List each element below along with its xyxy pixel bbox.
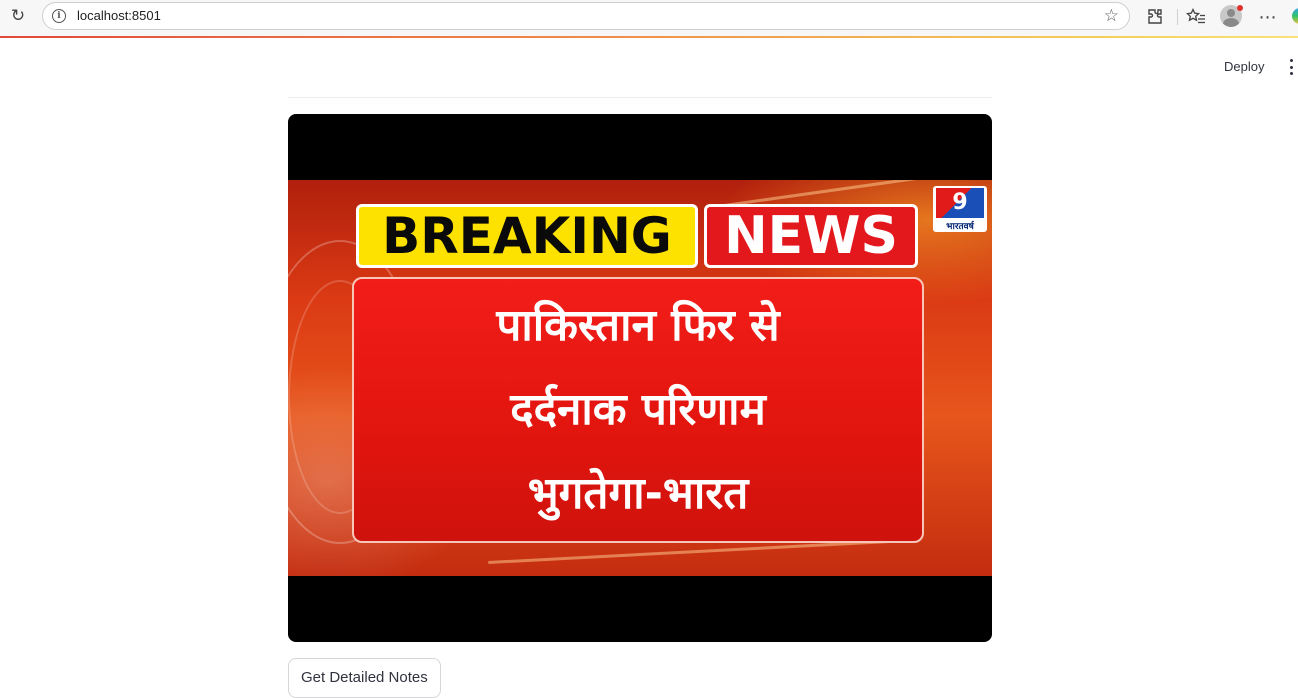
get-detailed-notes-button[interactable]: Get Detailed Notes: [288, 658, 441, 698]
info-icon[interactable]: i: [52, 9, 66, 23]
channel-logo-mark: 9: [936, 188, 984, 218]
headline-line-1: पाकिस्तान फिर से: [496, 300, 780, 351]
channel-logo-subtext: भारतवर्ष: [946, 222, 974, 232]
address-bar[interactable]: i localhost:8501 ☆: [42, 2, 1130, 30]
news-badge: NEWS: [704, 204, 918, 268]
copilot-icon[interactable]: [1292, 8, 1298, 24]
video-thumbnail[interactable]: BREAKING NEWS 9 भारतवर्ष पाकिस्तान फिर स…: [288, 114, 992, 642]
headline-line-3: भुगतेगा-भारत: [527, 468, 749, 519]
browser-toolbar: ↻ i localhost:8501 ☆ ⋯: [0, 0, 1298, 36]
breaking-badge: BREAKING: [356, 204, 698, 268]
more-icon[interactable]: ⋯: [1257, 6, 1279, 28]
notification-dot: [1237, 5, 1243, 11]
reload-icon[interactable]: ↻: [8, 6, 28, 26]
toolbar-separator: [1177, 9, 1178, 25]
divider: [288, 97, 992, 98]
headline-box: पाकिस्तान फिर से दर्दनाक परिणाम भुगतेगा-…: [352, 277, 924, 543]
deploy-button[interactable]: Deploy: [1216, 54, 1272, 80]
loading-bar: [0, 36, 1298, 38]
star-icon[interactable]: ☆: [1104, 6, 1119, 26]
url-text[interactable]: localhost:8501: [77, 8, 161, 23]
channel-logo: 9 भारतवर्ष: [933, 186, 987, 232]
thumbnail-graphic: BREAKING NEWS 9 भारतवर्ष पाकिस्तान फिर स…: [288, 180, 992, 576]
favorites-icon[interactable]: [1185, 6, 1207, 28]
extensions-icon[interactable]: [1144, 6, 1166, 28]
main-menu-icon[interactable]: [1284, 57, 1298, 77]
headline-line-2: दर्दनाक परिणाम: [510, 384, 766, 435]
